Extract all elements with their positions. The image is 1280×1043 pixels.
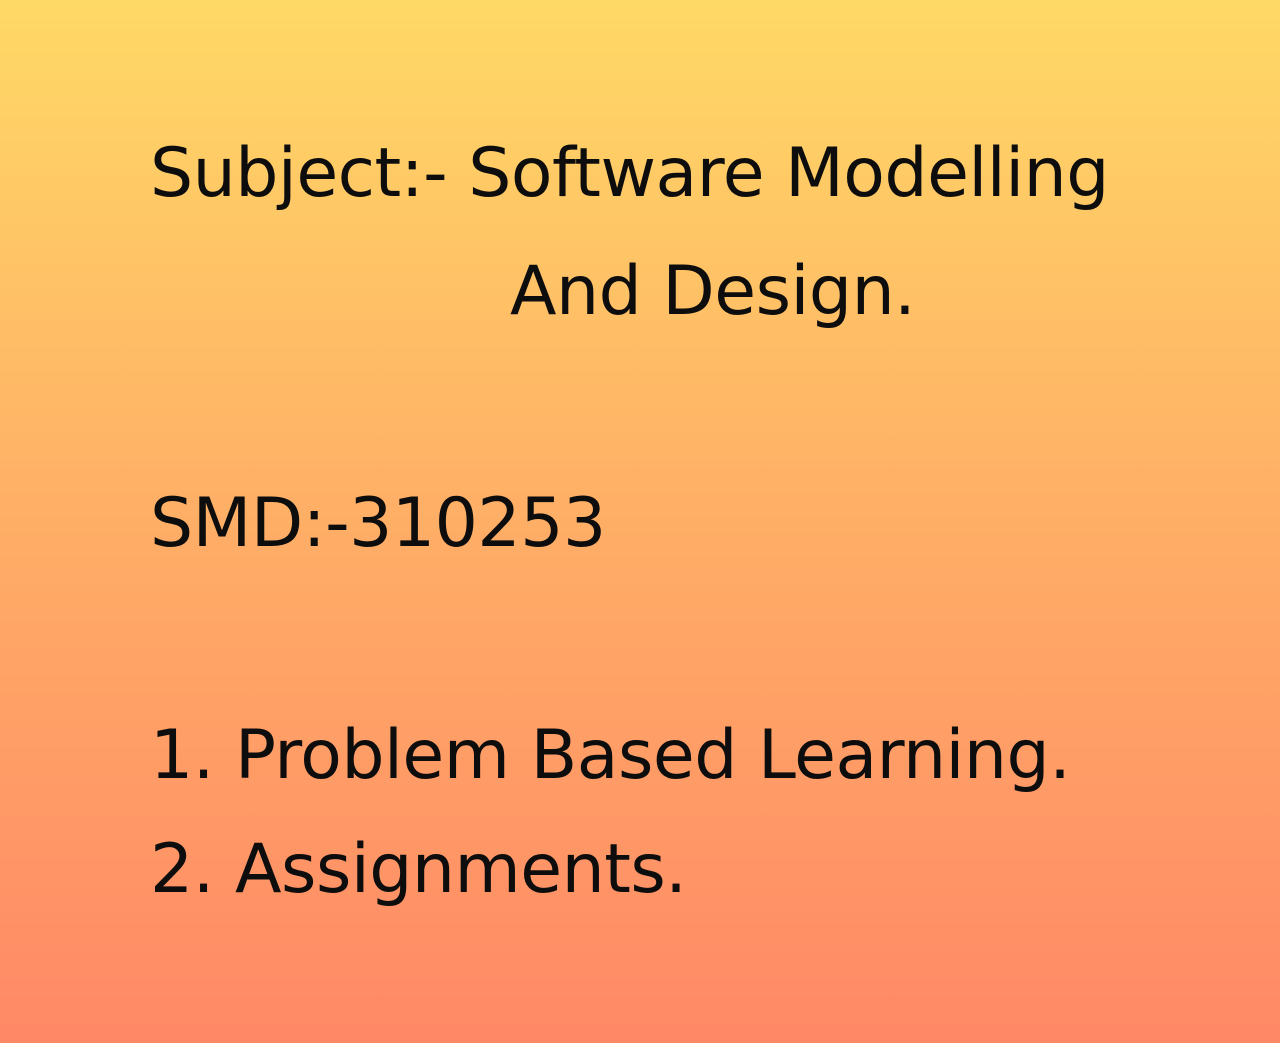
subject-title-line-1: Subject:- Software Modelling — [150, 134, 1109, 213]
list-item: 1. Problem Based Learning. — [150, 716, 1071, 795]
list-item: 2. Assignments. — [150, 830, 687, 909]
subject-title-line-2: And Design. — [510, 252, 916, 331]
subject-code: SMD:-310253 — [150, 484, 606, 563]
